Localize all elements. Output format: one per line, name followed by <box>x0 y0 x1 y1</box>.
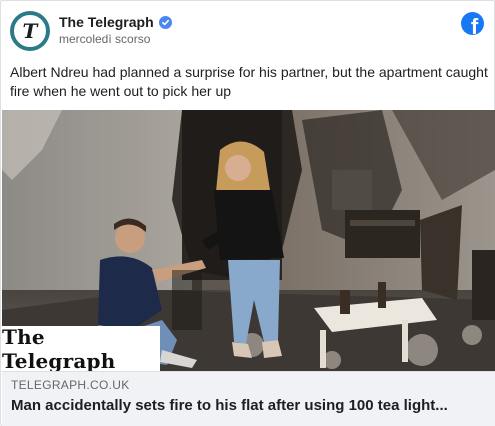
page-name-row: The Telegraph <box>59 14 172 30</box>
page-avatar[interactable]: T <box>10 11 50 51</box>
verified-badge-icon <box>158 15 172 29</box>
brand-overlay-text: The Telegraph <box>2 324 116 373</box>
page-name-link[interactable]: The Telegraph <box>59 14 154 30</box>
link-title[interactable]: Man accidentally sets fire to his flat a… <box>11 397 489 414</box>
telegraph-logo-icon: T <box>13 14 47 48</box>
post-header: T The Telegraph mercoledì scorso f <box>1 1 495 59</box>
telegraph-brand-overlay: The Telegraph <box>2 324 160 373</box>
avatar-letter: T <box>22 19 38 43</box>
link-domain: TELEGRAPH.CO.UK <box>11 378 130 392</box>
link-preview[interactable]: TELEGRAPH.CO.UK Man accidentally sets fi… <box>2 371 495 426</box>
facebook-post-card: T The Telegraph mercoledì scorso f Alber… <box>0 0 495 426</box>
post-timestamp[interactable]: mercoledì scorso <box>59 32 150 46</box>
facebook-icon[interactable]: f <box>461 12 484 35</box>
post-text: Albert Ndreu had planned a surprise for … <box>10 64 488 99</box>
